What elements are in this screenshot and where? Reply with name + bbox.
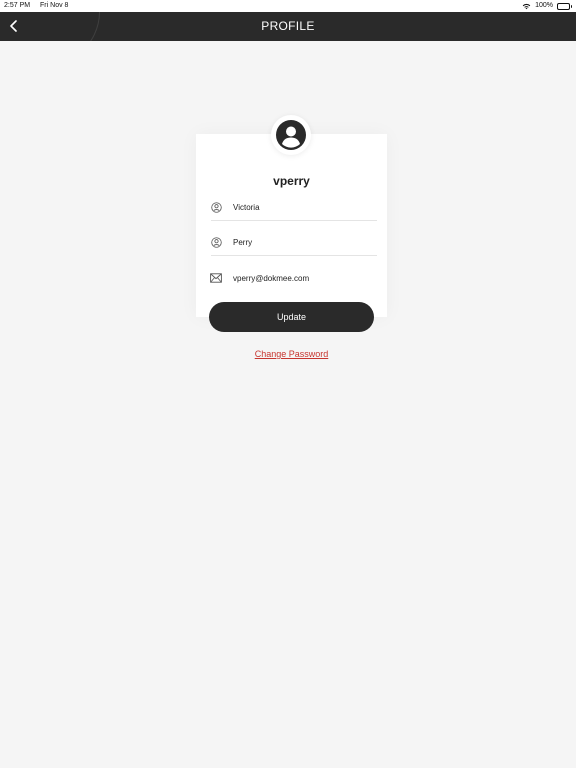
status-bar: 2:57 PM Fri Nov 8 100% xyxy=(0,0,576,12)
mail-icon xyxy=(209,271,223,285)
status-left: 2:57 PM Fri Nov 8 xyxy=(4,0,76,12)
email-value[interactable]: vperry@dokmee.com xyxy=(233,274,309,283)
user-circle-icon xyxy=(276,120,306,150)
user-outline-icon xyxy=(209,236,223,250)
battery-percent: 100% xyxy=(535,2,553,9)
nav-bar: PROFILE xyxy=(0,12,576,41)
wifi-icon xyxy=(522,3,531,9)
first-name-value[interactable]: Victoria xyxy=(233,203,260,212)
last-name-value[interactable]: Perry xyxy=(233,238,252,247)
page-title: PROFILE xyxy=(261,19,315,33)
user-outline-icon xyxy=(209,201,223,215)
status-time: 2:57 PM xyxy=(4,2,31,9)
first-name-field[interactable]: Victoria xyxy=(209,195,377,221)
status-right: 100% xyxy=(522,0,572,12)
last-name-field[interactable]: Perry xyxy=(209,230,377,256)
email-field[interactable]: vperry@dokmee.com xyxy=(209,265,377,291)
change-password-link[interactable]: Change Password xyxy=(196,349,387,359)
update-button[interactable]: Update xyxy=(209,302,374,332)
status-date: Fri Nov 8 xyxy=(40,2,69,9)
avatar xyxy=(271,115,311,155)
battery-icon xyxy=(557,2,572,10)
username: vperry xyxy=(273,174,310,188)
